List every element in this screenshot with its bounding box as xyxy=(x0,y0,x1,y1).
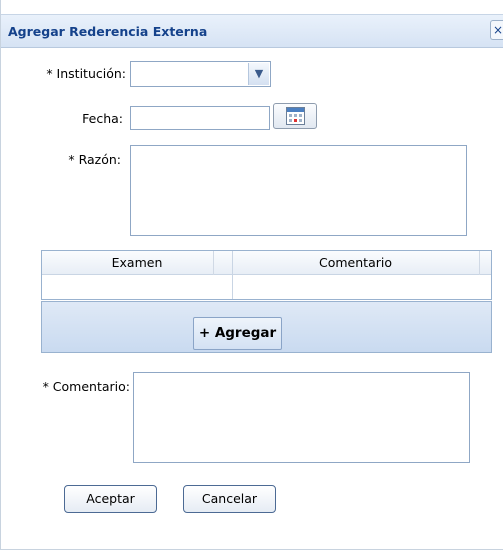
column-divider xyxy=(232,251,233,299)
column-divider xyxy=(213,251,214,275)
institucion-label: Institución: xyxy=(56,66,126,81)
accept-button[interactable]: Aceptar xyxy=(64,485,157,513)
close-icon[interactable]: × xyxy=(490,20,503,40)
required-mark: * xyxy=(46,66,53,81)
fecha-label: Fecha: xyxy=(82,111,123,126)
required-mark: * xyxy=(42,379,49,394)
fecha-input[interactable] xyxy=(130,106,270,130)
grid-header: Examen Comentario xyxy=(42,251,491,275)
required-mark: * xyxy=(68,152,75,167)
column-header-examen[interactable]: Examen xyxy=(42,251,232,275)
comentario-label: Comentario: xyxy=(52,379,130,394)
comentario-textarea[interactable] xyxy=(133,372,470,463)
institucion-select[interactable]: ▼ xyxy=(130,61,271,87)
grid-toolbar: + Agregar xyxy=(41,301,492,353)
chevron-down-icon[interactable]: ▼ xyxy=(248,63,269,85)
razon-label: Razón: xyxy=(78,152,121,167)
institucion-label-group: * Institución: xyxy=(38,66,126,81)
add-external-reference-dialog: Agregar Rederencia Externa × * Instituci… xyxy=(0,0,503,550)
calendar-button[interactable] xyxy=(273,103,317,129)
calendar-icon xyxy=(286,107,305,125)
dialog-title: Agregar Rederencia Externa xyxy=(8,24,208,39)
dialog-titlebar: Agregar Rederencia Externa × xyxy=(1,14,503,48)
comentario-label-group: * Comentario: xyxy=(35,379,130,394)
column-divider xyxy=(479,251,480,275)
add-exam-button[interactable]: + Agregar xyxy=(193,317,282,350)
exams-grid: Examen Comentario xyxy=(41,250,492,300)
cancel-button[interactable]: Cancelar xyxy=(183,485,276,513)
column-header-comentario[interactable]: Comentario xyxy=(232,251,479,275)
razon-label-group: * Razón: xyxy=(38,152,121,167)
razon-textarea[interactable] xyxy=(130,145,467,236)
